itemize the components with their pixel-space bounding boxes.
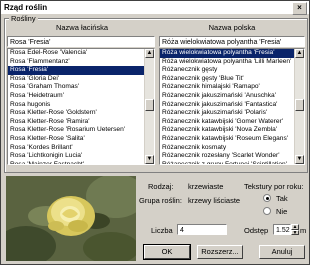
odstep-unit: m: [300, 226, 307, 235]
list-item[interactable]: Rosa 'Flammentanz': [8, 58, 145, 67]
dialog-window: Rząd roślin × Rośliny Nazwa łacińska Ros…: [0, 0, 310, 265]
rozszerz-button[interactable]: Rozszerz...: [197, 245, 243, 259]
list-item[interactable]: Rosa 'Kordes Brillant': [8, 144, 145, 153]
ok-button[interactable]: OK: [143, 244, 191, 260]
latin-name-list[interactable]: Rosa Edel-Rose 'Valencia' Rosa 'Flammenta…: [7, 48, 155, 165]
liczba-input[interactable]: 4: [177, 224, 227, 235]
nie-label: Nie: [276, 207, 288, 216]
list-item[interactable]: Rosa Edel-Rose 'Valencia': [8, 49, 145, 58]
rose-image: [6, 176, 136, 261]
list-item[interactable]: Róża wielokwiatowa polyantha 'Fresia': [160, 49, 295, 58]
polish-search-input[interactable]: Róża wielokwiatowa polyantha 'Fresia': [159, 36, 305, 47]
nie-radio[interactable]: [263, 207, 271, 215]
window-title: Rząd roślin: [4, 3, 48, 12]
list-item[interactable]: Różanecznik himalajski 'Ramapo': [160, 83, 295, 92]
list-item[interactable]: Rosa 'Heidetraum': [8, 92, 145, 101]
list-item[interactable]: Różanecznik kosmaty: [160, 144, 295, 153]
latin-name-header: Nazwa łacińska: [55, 23, 109, 32]
liczba-label: Liczba: [151, 226, 173, 235]
odstep-input[interactable]: 1.52: [273, 224, 291, 235]
grupa-label: Grupa roślin:: [139, 196, 182, 205]
plant-photo: [6, 176, 136, 261]
scroll-thumb[interactable]: [145, 99, 154, 111]
scroll-up-icon[interactable]: ▲: [145, 49, 154, 58]
list-item[interactable]: Różanecznik jakuszimański 'Polaris': [160, 109, 295, 118]
list-item[interactable]: Rosa Kletter-Rose 'Ramira': [8, 118, 145, 127]
list-item[interactable]: Rosa 'Lichtkonigin Lucia': [8, 152, 145, 161]
close-button[interactable]: ×: [292, 2, 307, 15]
scroll-down-icon[interactable]: ▼: [145, 155, 154, 164]
list-item[interactable]: Rosa 'Mainzer Fastnacht': [8, 161, 145, 164]
odstep-spinner[interactable]: ▲ ▼: [291, 224, 299, 235]
scroll-down-icon[interactable]: ▼: [295, 155, 304, 164]
grupa-value: krzewy liściaste: [188, 196, 241, 205]
list-item[interactable]: Różanecznik rozesłany 'Scarlet Wonder': [160, 152, 295, 161]
latin-items: Rosa Edel-Rose 'Valencia' Rosa 'Flammenta…: [8, 49, 145, 164]
list-item[interactable]: Różanecznik jakuszimański 'Fantastica': [160, 101, 295, 110]
tekstury-label: Tekstury por roku:: [244, 182, 304, 191]
list-item[interactable]: Rosa Kletter-Rose 'Rosarium Uetersen': [8, 126, 145, 135]
scroll-thumb[interactable]: [295, 99, 304, 111]
list-item[interactable]: Różanecznik katawbijski 'Roseum Elegans': [160, 135, 295, 144]
list-item[interactable]: Rosa 'Fresia': [8, 66, 145, 75]
tak-label: Tak: [276, 194, 288, 203]
polish-name-header: Nazwa polska: [208, 23, 256, 32]
polish-name-list[interactable]: Róża wielokwiatowa polyantha 'Fresia' Róż…: [159, 48, 305, 165]
list-item[interactable]: Rosa Kletter-Rose 'Salita': [8, 135, 145, 144]
list-item[interactable]: Rosa 'Gloria Dei': [8, 75, 145, 84]
rodzaj-value: krzewiaste: [188, 182, 224, 191]
latin-scrollbar[interactable]: ▲ ▼: [144, 49, 154, 164]
list-item[interactable]: Różanecznik gęsty 'Blue Tit': [160, 75, 295, 84]
polish-items: Róża wielokwiatowa polyantha 'Fresia' Róż…: [160, 49, 295, 164]
list-item[interactable]: Rosa 'Graham Thomas': [8, 83, 145, 92]
tak-radio[interactable]: [263, 194, 271, 202]
list-item[interactable]: Rosa hugonis: [8, 101, 145, 110]
latin-search-input[interactable]: Rosa 'Fresia': [7, 36, 155, 47]
title-bar[interactable]: Rząd roślin ×: [1, 1, 309, 15]
list-item[interactable]: Róża wielokwiatowa polyantha 'Lilli Marl…: [160, 58, 295, 67]
list-item[interactable]: Różanecznik jakuszimański 'Anuschka': [160, 92, 295, 101]
anuluj-button[interactable]: Anuluj: [259, 245, 305, 259]
spin-down-icon[interactable]: ▼: [291, 229, 299, 235]
list-item[interactable]: Różanecznik z grupy Fortunei 'Scintillat…: [160, 161, 295, 164]
list-item[interactable]: Różanecznik gęsty: [160, 66, 295, 75]
list-item[interactable]: Rosa Kletter-Rose 'Goldstern': [8, 109, 145, 118]
plants-group-label: Rośliny: [9, 14, 38, 23]
rodzaj-label: Rodzaj:: [148, 182, 174, 191]
list-item[interactable]: Różanecznik katawbijski 'Gomer Waterer': [160, 118, 295, 127]
scroll-up-icon[interactable]: ▲: [295, 49, 304, 58]
odstep-label: Odstęp: [244, 226, 269, 235]
polish-scrollbar[interactable]: ▲ ▼: [294, 49, 304, 164]
list-item[interactable]: Różanecznik katawbijski 'Nova Zembla': [160, 126, 295, 135]
